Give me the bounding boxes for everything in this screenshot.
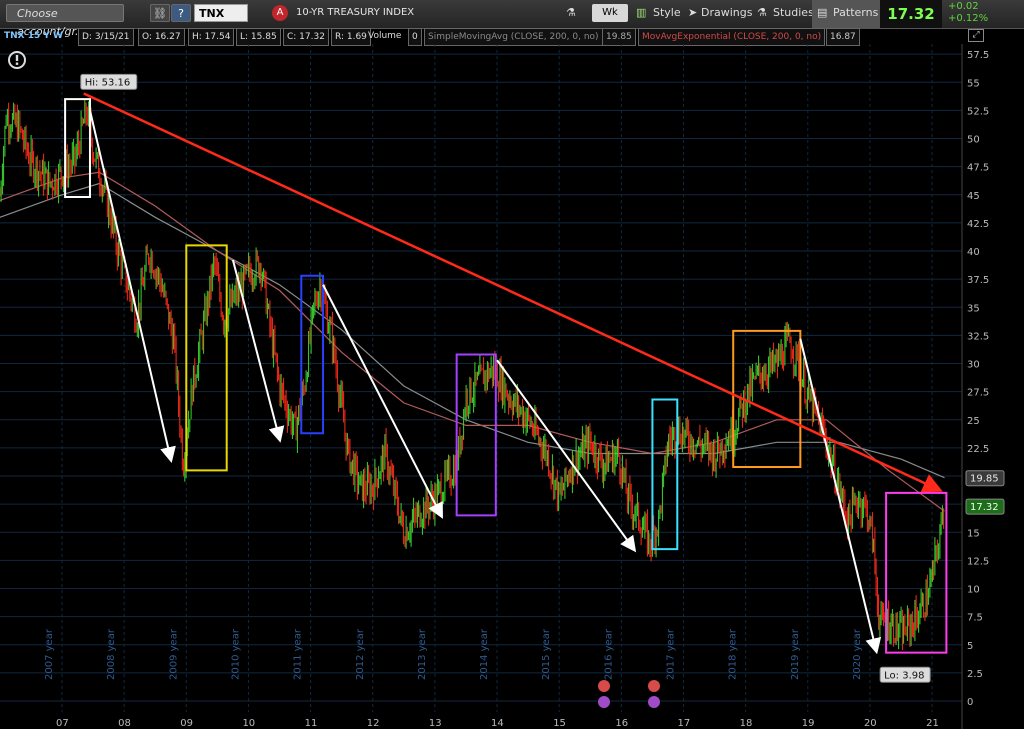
year-label: 2009 year bbox=[168, 628, 179, 680]
year-label: 2007 year bbox=[44, 628, 55, 680]
x-tick-label: 20 bbox=[864, 718, 877, 729]
trendline[interactable] bbox=[83, 92, 943, 493]
sma-badge: 19.85 bbox=[970, 474, 999, 485]
price-badges: Hi: 53.16 Lo: 3.98 19.85 17.32 bbox=[80, 73, 1005, 683]
lo-label: Lo: 3.98 bbox=[884, 670, 924, 681]
alert-button[interactable]: A bbox=[272, 5, 288, 21]
x-tick-label: 08 bbox=[118, 718, 131, 729]
patterns-icon[interactable]: ▤ bbox=[817, 4, 827, 22]
y-tick-label: 35 bbox=[967, 303, 980, 314]
y-tick-label: 7.5 bbox=[967, 613, 983, 624]
y-tick-label: 10 bbox=[967, 585, 980, 596]
x-tick-label: 21 bbox=[926, 718, 939, 729]
maximize-icon[interactable]: ⤢ bbox=[968, 29, 984, 42]
patterns-button[interactable]: Patterns bbox=[833, 4, 878, 22]
timeframe-selector[interactable]: Wk bbox=[592, 4, 628, 22]
year-label: 2019 year bbox=[790, 628, 801, 680]
account-selector[interactable]: Choose account/gr... bbox=[6, 4, 124, 38]
style-button[interactable]: Style bbox=[653, 4, 681, 22]
x-tick-label: 09 bbox=[180, 718, 193, 729]
y-tick-label: 2.5 bbox=[967, 669, 983, 680]
symbol-input[interactable]: TNX bbox=[194, 4, 248, 22]
toolbar: Choose account/gr... ☍ ⛓ ? TNX A 10-YR T… bbox=[0, 0, 1024, 38]
year-label: 2014 year bbox=[479, 628, 490, 680]
x-axis-labels: 07 08 09 10 11 12 13 14 15 16 17 18 19 20 21 bbox=[56, 718, 939, 729]
year-label: 2013 year bbox=[417, 628, 428, 680]
year-label: 2016 year bbox=[603, 628, 614, 680]
x-tick-label: 11 bbox=[305, 718, 318, 729]
year-label: 2010 year bbox=[230, 628, 241, 680]
y-tick-label: 37.5 bbox=[967, 275, 989, 286]
y-axis-labels: 02.557.51012.51517.52022.52527.53032.535… bbox=[967, 50, 989, 708]
candles bbox=[0, 98, 945, 651]
pct-change: +0.12% bbox=[948, 13, 989, 24]
candle-style-icon[interactable]: ▥ bbox=[636, 4, 646, 22]
y-tick-label: 42.5 bbox=[967, 219, 989, 230]
studies-button[interactable]: Studies bbox=[773, 4, 814, 22]
x-tick-label: 19 bbox=[802, 718, 815, 729]
y-tick-label: 30 bbox=[967, 360, 980, 371]
drawings-button[interactable]: Drawings bbox=[701, 4, 752, 22]
x-tick-label: 18 bbox=[740, 718, 753, 729]
x-tick-label: 07 bbox=[56, 718, 69, 729]
year-label: 2018 year bbox=[728, 628, 739, 680]
instrument-name: 10-YR TREASURY INDEX bbox=[296, 7, 415, 18]
year-label: 2008 year bbox=[106, 628, 117, 680]
y-tick-label: 45 bbox=[967, 191, 980, 202]
year-label: 2011 year bbox=[293, 628, 304, 680]
volume-label: Volume bbox=[368, 31, 402, 41]
price-badge: 17.32 bbox=[970, 502, 999, 513]
year-labels: 2006 year2007 year2008 year2009 year2010… bbox=[44, 628, 863, 680]
year-label: 2015 year bbox=[541, 628, 552, 680]
year-label: 2017 year bbox=[666, 628, 677, 680]
year-label: 2012 year bbox=[355, 628, 366, 680]
x-tick-label: 14 bbox=[491, 718, 504, 729]
x-tick-label: 17 bbox=[678, 718, 691, 729]
y-tick-label: 5 bbox=[967, 641, 973, 652]
last-price: 17.32 bbox=[880, 0, 942, 28]
x-tick-label: 10 bbox=[242, 718, 255, 729]
x-tick-label: 16 bbox=[615, 718, 628, 729]
y-tick-label: 52.5 bbox=[967, 106, 989, 117]
y-tick-label: 32.5 bbox=[967, 331, 989, 342]
y-tick-label: 57.5 bbox=[967, 50, 989, 61]
event-markers[interactable] bbox=[598, 680, 660, 708]
net-change: +0.02 bbox=[948, 1, 979, 12]
link-symbol-button[interactable]: ⛓ bbox=[150, 4, 170, 22]
symbol-tag[interactable]: TNX 15 Y W bbox=[4, 28, 63, 44]
y-tick-label: 12.5 bbox=[967, 556, 989, 567]
trend-arrows bbox=[88, 110, 882, 655]
chart-grid bbox=[0, 44, 963, 729]
y-tick-label: 0 bbox=[967, 697, 973, 708]
help-button[interactable]: ? bbox=[171, 4, 191, 22]
y-tick-label: 27.5 bbox=[967, 388, 989, 399]
x-tick-label: 12 bbox=[367, 718, 380, 729]
cursor-arrow-icon[interactable]: ➤ bbox=[688, 4, 697, 22]
study-bar: TNX 15 Y W D: 3/15/21 O: 16.27 H: 17.54 … bbox=[0, 28, 1024, 46]
y-tick-label: 25 bbox=[967, 416, 980, 427]
beaker-icon[interactable]: ⚗ bbox=[566, 4, 576, 22]
y-tick-label: 55 bbox=[967, 78, 980, 89]
year-label: 2020 year bbox=[852, 628, 863, 680]
y-tick-label: 40 bbox=[967, 247, 980, 258]
x-tick-label: 13 bbox=[429, 718, 442, 729]
y-tick-label: 47.5 bbox=[967, 163, 989, 174]
y-tick-label: 22.5 bbox=[967, 444, 989, 455]
y-tick-label: 50 bbox=[967, 135, 980, 146]
price-change: +0.02 +0.12% bbox=[948, 1, 988, 25]
flask-icon[interactable]: ⚗ bbox=[757, 4, 767, 22]
hi-label: Hi: 53.16 bbox=[85, 77, 130, 88]
red-trendline bbox=[83, 92, 943, 493]
x-tick-label: 15 bbox=[553, 718, 566, 729]
y-tick-label: 15 bbox=[967, 528, 980, 539]
price-chart[interactable]: 02.557.51012.51517.52022.52527.53032.535… bbox=[0, 44, 1024, 729]
